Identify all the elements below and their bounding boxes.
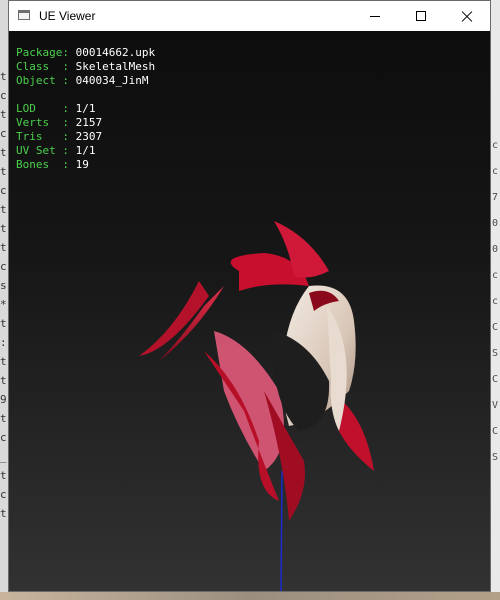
- background-glyph: t: [0, 317, 7, 330]
- background-glyph: C: [492, 374, 499, 385]
- background-glyph: c: [0, 89, 7, 102]
- background-glyph: t: [0, 70, 7, 83]
- background-glyph: t: [0, 146, 7, 159]
- background-glyph: t: [0, 374, 7, 387]
- background-glyph: c: [0, 488, 7, 501]
- close-button[interactable]: [444, 1, 490, 31]
- skeletal-mesh-render: [139, 221, 374, 591]
- desktop-background-bottom: [0, 592, 500, 600]
- maximize-button[interactable]: [398, 1, 444, 31]
- background-glyph: c: [492, 140, 499, 151]
- background-glyph: s: [0, 279, 7, 292]
- background-glyph: c: [0, 260, 7, 273]
- background-glyph: C: [492, 322, 499, 333]
- background-console-right: c c 7 0 0 c c C S C V C S: [491, 0, 500, 600]
- background-glyph: 0: [492, 244, 499, 255]
- background-glyph: t: [0, 222, 7, 235]
- background-glyph: V: [492, 400, 499, 411]
- background-glyph: 0: [492, 218, 499, 229]
- background-glyph: 9: [0, 393, 7, 406]
- ue-viewer-window: UE Viewer Package: 00014662.upk Class : …: [8, 0, 491, 592]
- background-glyph: t: [0, 355, 7, 368]
- background-glyph: 7: [492, 192, 499, 203]
- background-glyph: c: [0, 184, 7, 197]
- background-glyph: t: [0, 241, 7, 254]
- background-glyph: S: [492, 452, 499, 463]
- background-glyph: S: [492, 348, 499, 359]
- background-glyph: t: [0, 108, 7, 121]
- feather-pink-mass: [214, 331, 284, 471]
- background-glyph: t: [0, 469, 7, 482]
- app-icon[interactable]: [18, 10, 30, 20]
- 3d-viewport[interactable]: Package: 00014662.upk Class : SkeletalMe…: [9, 31, 490, 591]
- background-glyph: c: [0, 127, 7, 140]
- title-bar[interactable]: UE Viewer: [9, 1, 490, 31]
- background-console-left: t c t c t t c t t t c s * t: t t 9 t c _ t c t: [0, 0, 8, 600]
- background-glyph: c: [492, 270, 499, 281]
- background-glyph: t: [0, 165, 7, 178]
- background-glyph: *: [0, 298, 7, 311]
- background-glyph: t: [0, 203, 7, 216]
- minimize-button[interactable]: [352, 1, 398, 31]
- background-glyph: t: [0, 507, 7, 520]
- background-glyph: _: [0, 450, 7, 463]
- background-glyph: c: [492, 166, 499, 177]
- background-glyph: t: [0, 412, 7, 425]
- background-glyph: c: [0, 431, 7, 444]
- background-glyph: c: [492, 296, 499, 307]
- background-glyph: :: [0, 336, 7, 349]
- window-title: UE Viewer: [39, 9, 96, 23]
- bone-axis-line: [280, 470, 283, 591]
- background-glyph: C: [492, 426, 499, 437]
